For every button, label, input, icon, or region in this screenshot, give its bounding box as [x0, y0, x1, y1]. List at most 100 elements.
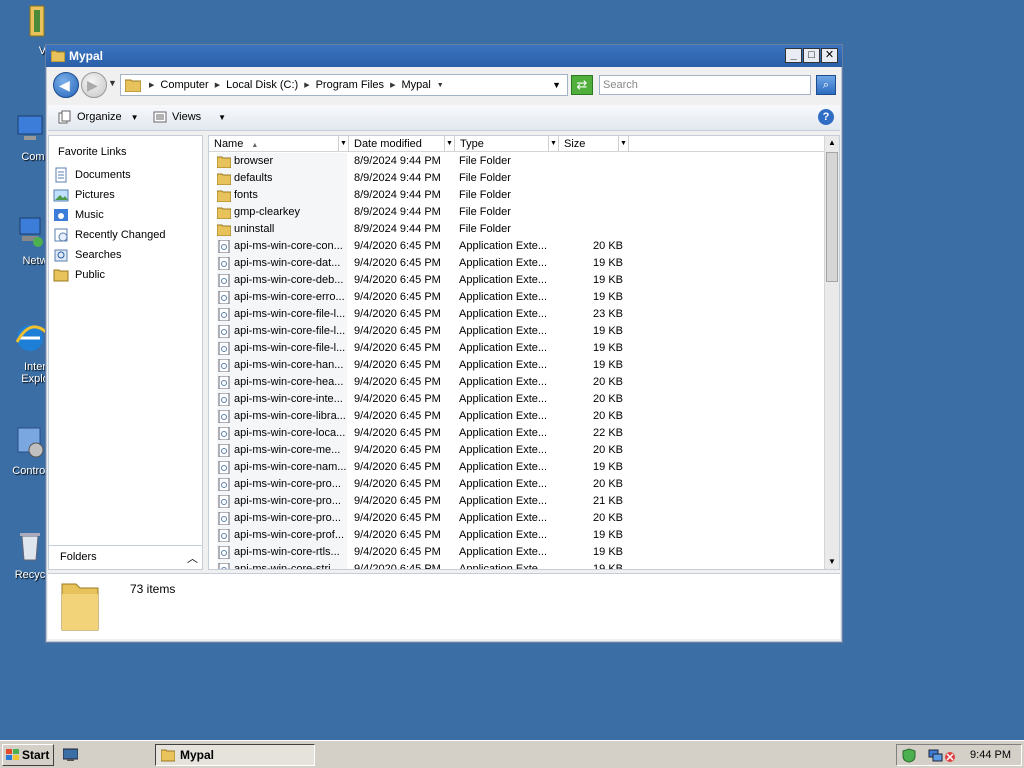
nav-item-searches[interactable]: Searches [53, 246, 121, 264]
table-row[interactable]: api-ms-win-core-rtls... 9/4/2020 6:45 PM A… [209, 544, 824, 561]
table-row[interactable]: fonts 8/9/2024 9:44 PM File Folder [209, 187, 824, 204]
table-row[interactable]: api-ms-win-core-stri... 9/4/2020 6:45 PM A… [209, 561, 824, 569]
table-row[interactable]: api-ms-win-core-inte... 9/4/2020 6:45 PM A… [209, 391, 824, 408]
maximize-button[interactable]: □ [803, 48, 820, 63]
file-name[interactable]: api-ms-win-core-stri... [217, 561, 347, 569]
file-name[interactable]: api-ms-win-core-inte... [217, 391, 347, 408]
breadcrumb-separator-icon[interactable]: ▶ [390, 81, 395, 89]
search-input[interactable]: Search [599, 75, 811, 95]
column-filter-dropdown[interactable]: ▼ [338, 136, 348, 151]
column-filter-dropdown[interactable]: ▼ [444, 136, 454, 151]
file-name[interactable]: api-ms-win-core-pro... [217, 510, 347, 527]
table-row[interactable]: api-ms-win-core-loca... 9/4/2020 6:45 PM A… [209, 425, 824, 442]
close-button[interactable]: ✕ [821, 48, 838, 63]
nav-item-public[interactable]: Public [53, 266, 105, 284]
show-desktop-icon[interactable] [63, 748, 78, 761]
table-row[interactable]: api-ms-win-core-prof... 9/4/2020 6:45 PM A… [209, 527, 824, 544]
table-row[interactable]: api-ms-win-core-file-l... 9/4/2020 6:45 P… [209, 340, 824, 357]
scroll-up-arrow-icon[interactable]: ▲ [825, 136, 839, 150]
file-name[interactable]: api-ms-win-core-deb... [217, 272, 347, 289]
file-name[interactable]: api-ms-win-core-hea... [217, 374, 347, 391]
file-name[interactable]: api-ms-win-core-libra... [217, 408, 347, 425]
file-name[interactable]: api-ms-win-core-han... [217, 357, 347, 374]
column-header-name[interactable]: Name ▲ ▼ [209, 136, 349, 152]
table-row[interactable]: uninstall 8/9/2024 9:44 PM File Folder [209, 221, 824, 238]
file-name[interactable]: api-ms-win-core-file-l... [217, 306, 347, 323]
table-row[interactable]: api-ms-win-core-nam... 9/4/2020 6:45 PM Ap… [209, 459, 824, 476]
file-name[interactable]: api-ms-win-core-rtls... [217, 544, 347, 561]
breadcrumb-local-disk[interactable]: Local Disk (C:) [226, 79, 298, 91]
file-name[interactable]: api-ms-win-core-file-l... [217, 323, 347, 340]
nav-item-music[interactable]: Music [53, 206, 104, 224]
file-name[interactable]: api-ms-win-core-dat... [217, 255, 347, 272]
title-bar[interactable]: Mypal _ □ ✕ [46, 45, 842, 67]
table-row[interactable]: api-ms-win-core-file-l... 9/4/2020 6:45 P… [209, 323, 824, 340]
security-shield-icon[interactable] [902, 748, 917, 763]
vertical-scrollbar[interactable]: ▲ ▼ [824, 136, 839, 569]
scroll-down-arrow-icon[interactable]: ▼ [825, 555, 839, 569]
table-row[interactable]: defaults 8/9/2024 9:44 PM File Folder [209, 170, 824, 187]
file-name[interactable]: defaults [217, 170, 347, 187]
table-row[interactable]: api-ms-win-core-deb... 9/4/2020 6:45 PM Ap… [209, 272, 824, 289]
back-button[interactable]: ◀ [53, 72, 79, 98]
file-name[interactable]: api-ms-win-core-erro... [217, 289, 347, 306]
column-header-size[interactable]: Size ▼ [559, 136, 629, 152]
table-row[interactable]: api-ms-win-core-pro... 9/4/2020 6:45 PM Ap… [209, 493, 824, 510]
search-button[interactable]: ⌕ [816, 75, 836, 95]
table-row[interactable]: browser 8/9/2024 9:44 PM File Folder [209, 153, 824, 170]
table-row[interactable]: api-ms-win-core-con... 9/4/2020 6:45 PM Ap… [209, 238, 824, 255]
address-dropdown-icon[interactable]: ▼ [552, 80, 561, 90]
file-name[interactable]: api-ms-win-core-pro... [217, 493, 347, 510]
column-filter-dropdown[interactable]: ▼ [618, 136, 628, 151]
table-row[interactable]: api-ms-win-core-hea... 9/4/2020 6:45 PM Ap… [209, 374, 824, 391]
breadcrumb-separator-icon[interactable]: ▶ [215, 81, 220, 89]
breadcrumb-mypal[interactable]: Mypal [401, 79, 430, 91]
organize-button[interactable]: Organize ▼ [58, 110, 139, 124]
breadcrumb-program-files[interactable]: Program Files [316, 79, 384, 91]
file-name[interactable]: uninstall [217, 221, 347, 238]
file-name[interactable]: api-ms-win-core-con... [217, 238, 347, 255]
nav-item-recently-changed[interactable]: Recently Changed [53, 226, 166, 244]
file-name[interactable]: api-ms-win-core-loca... [217, 425, 347, 442]
file-name[interactable]: api-ms-win-core-nam... [217, 459, 347, 476]
folders-toggle[interactable]: Folders ︿ [49, 545, 202, 569]
nav-item-documents[interactable]: Documents [53, 166, 131, 184]
table-row[interactable]: api-ms-win-core-han... 9/4/2020 6:45 PM Ap… [209, 357, 824, 374]
table-row[interactable]: api-ms-win-core-pro... 9/4/2020 6:45 PM Ap… [209, 476, 824, 493]
file-name[interactable]: api-ms-win-core-me... [217, 442, 347, 459]
breadcrumb-computer[interactable]: Computer [160, 79, 208, 91]
history-dropdown-icon[interactable]: ▼ [108, 78, 117, 88]
breadcrumb-separator-icon[interactable]: ▶ [304, 81, 309, 89]
clock[interactable]: 9:44 PM [970, 749, 1011, 761]
minimize-button[interactable]: _ [785, 48, 802, 63]
address-bar[interactable]: ▶ Computer ▶ Local Disk (C:) ▶ Program F… [120, 74, 568, 96]
network-icon[interactable] [928, 748, 943, 763]
start-button[interactable]: Start [2, 744, 54, 766]
file-name[interactable]: browser [217, 153, 347, 170]
breadcrumb-separator-icon[interactable]: ▼ [437, 82, 444, 89]
column-header-date-modified[interactable]: Date modified ▼ [349, 136, 455, 152]
file-name[interactable]: api-ms-win-core-file-l... [217, 340, 347, 357]
table-row[interactable]: api-ms-win-core-dat... 9/4/2020 6:45 PM Ap… [209, 255, 824, 272]
table-row[interactable]: api-ms-win-core-erro... 9/4/2020 6:45 PM A… [209, 289, 824, 306]
table-row[interactable]: gmp-clearkey 8/9/2024 9:44 PM File Folder [209, 204, 824, 221]
file-name[interactable]: gmp-clearkey [217, 204, 347, 221]
volume-muted-icon[interactable] [944, 748, 956, 763]
breadcrumb-separator-icon[interactable]: ▶ [149, 81, 154, 89]
table-row[interactable]: api-ms-win-core-me... 9/4/2020 6:45 PM App… [209, 442, 824, 459]
scrollbar-thumb[interactable] [826, 152, 838, 282]
file-name[interactable]: fonts [217, 187, 347, 204]
table-row[interactable]: api-ms-win-core-libra... 9/4/2020 6:45 PM… [209, 408, 824, 425]
file-name[interactable]: api-ms-win-core-prof... [217, 527, 347, 544]
column-header-type[interactable]: Type ▼ [455, 136, 559, 152]
nav-item-pictures[interactable]: Pictures [53, 186, 115, 204]
table-row[interactable]: api-ms-win-core-file-l... 9/4/2020 6:45 P… [209, 306, 824, 323]
column-filter-dropdown[interactable]: ▼ [548, 136, 558, 151]
views-button[interactable]: Views ▼ [153, 110, 226, 124]
table-row[interactable]: api-ms-win-core-pro... 9/4/2020 6:45 PM Ap… [209, 510, 824, 527]
forward-button[interactable]: ▶ [81, 72, 107, 98]
file-name[interactable]: api-ms-win-core-pro... [217, 476, 347, 493]
taskbar-item-mypal[interactable]: Mypal [155, 744, 315, 766]
refresh-button[interactable]: ⇄ [571, 75, 593, 95]
help-button[interactable]: ? [818, 109, 834, 125]
